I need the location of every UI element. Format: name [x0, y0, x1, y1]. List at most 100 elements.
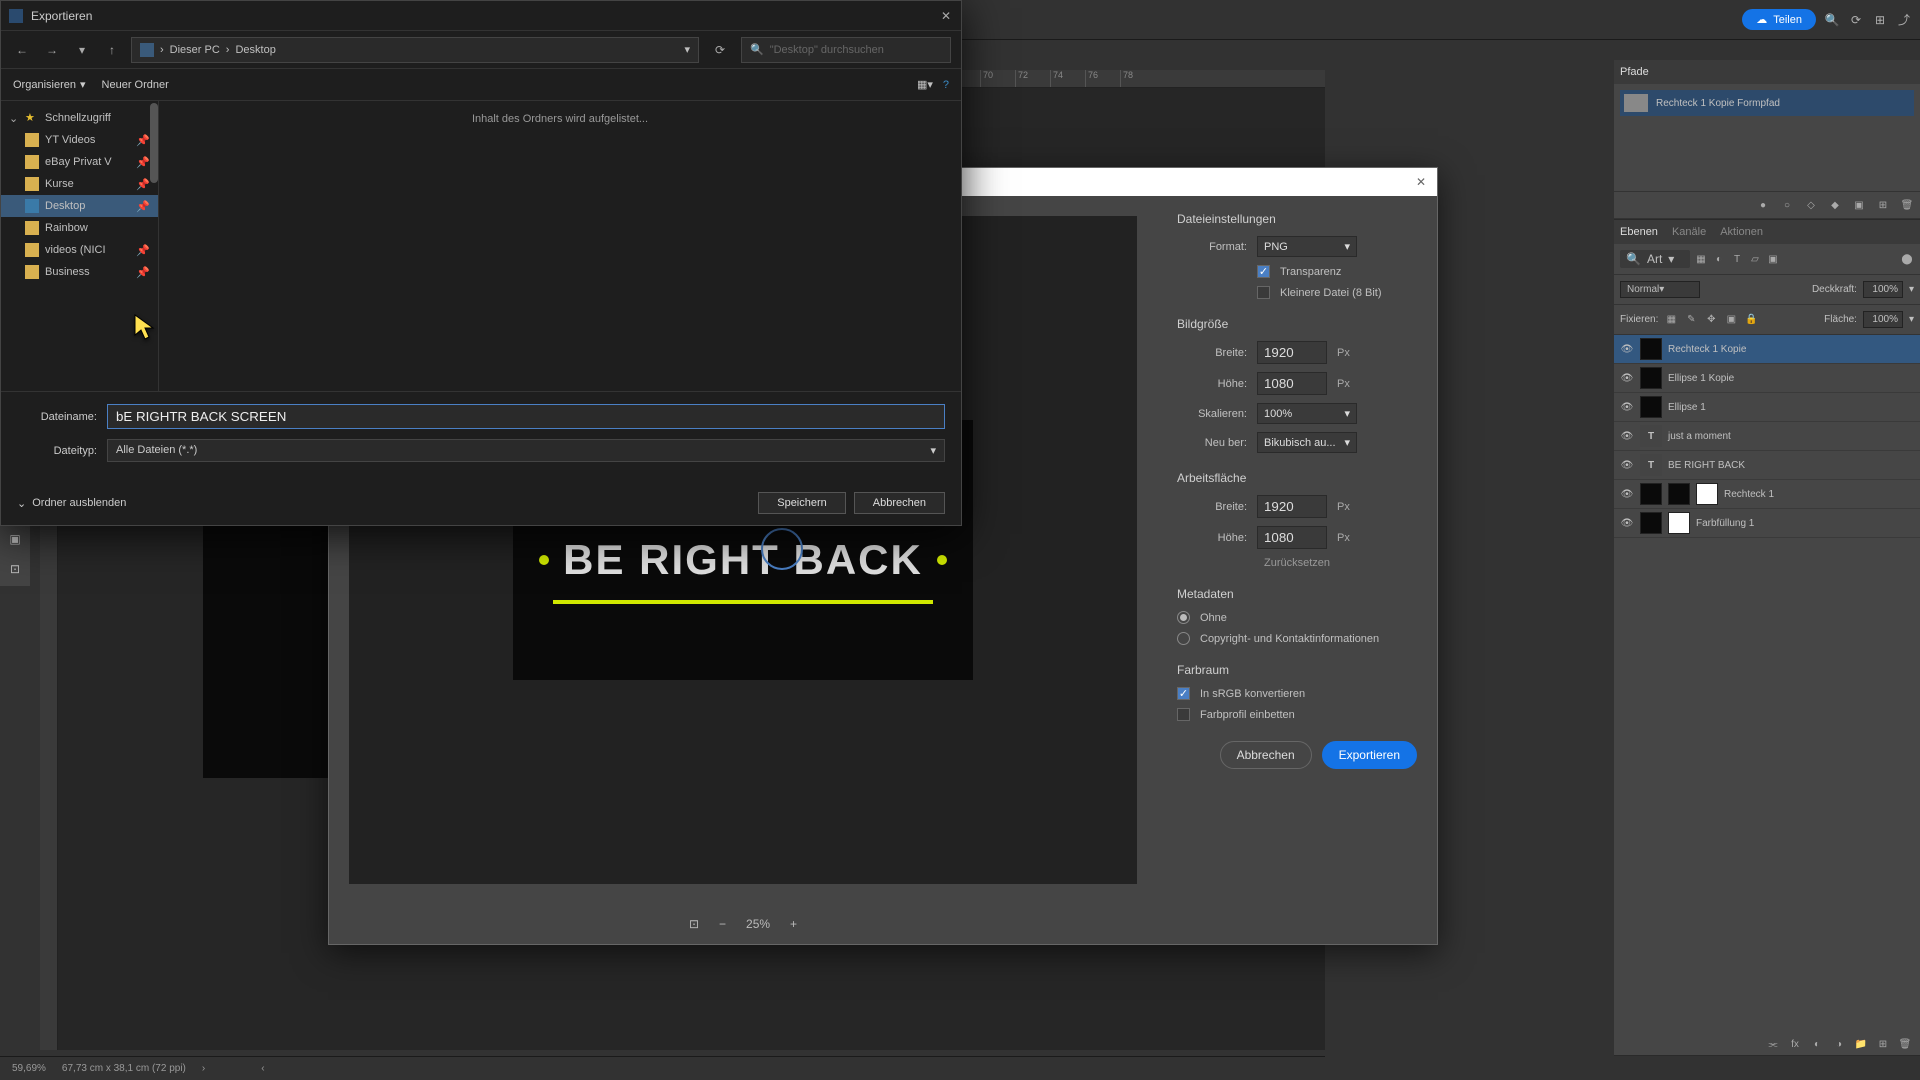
organize-button[interactable]: Organisieren▾: [13, 78, 86, 91]
tree-item[interactable]: ⌄★Schnellzugriff: [1, 107, 158, 129]
quick-mask-icon[interactable]: ▣: [2, 526, 28, 552]
layer-row[interactable]: 👁Ellipse 1 Kopie: [1614, 364, 1920, 393]
height-input[interactable]: [1257, 372, 1327, 395]
opacity-input[interactable]: 100%: [1863, 281, 1903, 298]
layer-row[interactable]: 👁Rechteck 1: [1614, 480, 1920, 509]
filter-toggle-icon[interactable]: ⬤: [1900, 252, 1914, 266]
refresh-icon[interactable]: ⟳: [707, 37, 733, 63]
tree-item[interactable]: Desktop📌: [1, 195, 158, 217]
pin-icon[interactable]: 📌: [136, 156, 146, 169]
fx-icon[interactable]: fx: [1788, 1037, 1802, 1051]
tab-paths[interactable]: Pfade: [1620, 62, 1649, 82]
share-out-icon[interactable]: ⤴: [1896, 12, 1912, 28]
meta-none-radio[interactable]: [1177, 611, 1190, 624]
visibility-icon[interactable]: 👁: [1620, 429, 1634, 443]
filter-image-icon[interactable]: ▦: [1694, 252, 1708, 266]
smaller-file-checkbox[interactable]: [1257, 286, 1270, 299]
tree-item[interactable]: eBay Privat V📌: [1, 151, 158, 173]
new-layer-icon[interactable]: ⊞: [1876, 1037, 1890, 1051]
crop-icon[interactable]: ⊡: [689, 917, 699, 931]
visibility-icon[interactable]: 👁: [1620, 487, 1634, 501]
mask-icon[interactable]: ◐: [1810, 1037, 1824, 1051]
new-folder-button[interactable]: Neuer Ordner: [102, 79, 169, 91]
filter-adjust-icon[interactable]: ◐: [1712, 252, 1726, 266]
group-icon[interactable]: 📁: [1854, 1037, 1868, 1051]
visibility-icon[interactable]: 👁: [1620, 400, 1634, 414]
tab-layers[interactable]: Ebenen: [1620, 222, 1658, 242]
hide-folders-toggle[interactable]: ⌄ Ordner ausblenden: [17, 497, 126, 510]
chevron-down-icon[interactable]: ▾: [684, 43, 690, 56]
layer-row[interactable]: 👁Rechteck 1 Kopie: [1614, 335, 1920, 364]
visibility-icon[interactable]: 👁: [1620, 342, 1634, 356]
add-path-icon[interactable]: ⊞: [1876, 198, 1890, 212]
share-button[interactable]: ☁ Teilen: [1742, 9, 1816, 30]
search-input[interactable]: 🔍 "Desktop" durchsuchen: [741, 37, 951, 63]
canvas-height-input[interactable]: [1257, 526, 1327, 549]
layer-row[interactable]: 👁Farbfüllung 1: [1614, 509, 1920, 538]
dialog-close-icon[interactable]: ✕: [939, 9, 953, 23]
layer-row[interactable]: 👁TBE RIGHT BACK: [1614, 451, 1920, 480]
layer-filter[interactable]: 🔍 Art ▾: [1620, 250, 1690, 268]
link-layers-icon[interactable]: ⫘: [1766, 1037, 1780, 1051]
delete-path-icon[interactable]: 🗑: [1900, 198, 1914, 212]
visibility-icon[interactable]: 👁: [1620, 371, 1634, 385]
visibility-icon[interactable]: 👁: [1620, 458, 1634, 472]
format-select[interactable]: PNG▾: [1257, 236, 1357, 257]
tab-actions[interactable]: Aktionen: [1720, 222, 1763, 242]
layer-row[interactable]: 👁Ellipse 1: [1614, 393, 1920, 422]
filter-smart-icon[interactable]: ▣: [1766, 252, 1780, 266]
tab-channels[interactable]: Kanäle: [1672, 222, 1706, 242]
reset-link[interactable]: Zurücksetzen: [1177, 557, 1417, 569]
zoom-level[interactable]: 59,69%: [12, 1063, 46, 1074]
pin-icon[interactable]: 📌: [136, 266, 146, 279]
layer-row[interactable]: 👁Tjust a moment: [1614, 422, 1920, 451]
srgb-checkbox[interactable]: ✓: [1177, 687, 1190, 700]
pin-icon[interactable]: 📌: [136, 200, 146, 213]
export-cancel-button[interactable]: Abbrechen: [1220, 741, 1312, 769]
tree-item[interactable]: videos (NICI📌: [1, 239, 158, 261]
save-button[interactable]: Speichern: [758, 492, 846, 514]
filetype-select[interactable]: Alle Dateien (*.*)▾: [107, 439, 945, 462]
blend-mode-select[interactable]: Normal▾: [1620, 281, 1700, 298]
filter-type-icon[interactable]: T: [1730, 252, 1744, 266]
chevron-down-icon[interactable]: ▾: [1909, 284, 1914, 295]
new-path-icon[interactable]: ▣: [1852, 198, 1866, 212]
fill-path-icon[interactable]: ●: [1756, 198, 1770, 212]
help-icon[interactable]: ?: [943, 79, 949, 91]
resample-select[interactable]: Bikubisch au...▾: [1257, 432, 1357, 453]
tree-item[interactable]: Rainbow: [1, 217, 158, 239]
embed-profile-checkbox[interactable]: [1177, 708, 1190, 721]
view-icon[interactable]: ▦▾: [917, 78, 933, 91]
lock-transparent-icon[interactable]: ▦: [1664, 313, 1678, 327]
lock-artboard-icon[interactable]: ▣: [1724, 313, 1738, 327]
file-list[interactable]: Inhalt des Ordners wird aufgelistet...: [159, 101, 961, 391]
filename-input[interactable]: [107, 404, 945, 429]
expand-icon[interactable]: ⌄: [9, 112, 19, 125]
forward-icon[interactable]: →: [41, 39, 63, 61]
lock-move-icon[interactable]: ✥: [1704, 313, 1718, 327]
transparency-checkbox[interactable]: ✓: [1257, 265, 1270, 278]
zoom-out-icon[interactable]: −: [719, 917, 726, 931]
scale-select[interactable]: 100%▾: [1257, 403, 1357, 424]
meta-copyright-radio[interactable]: [1177, 632, 1190, 645]
chevron-right-icon[interactable]: ›: [202, 1063, 205, 1074]
path-item[interactable]: Rechteck 1 Kopie Formpfad: [1620, 90, 1914, 116]
filter-shape-icon[interactable]: ▱: [1748, 252, 1762, 266]
chevron-left-icon[interactable]: ‹: [261, 1063, 264, 1074]
canvas-width-input[interactable]: [1257, 495, 1327, 518]
zoom-in-icon[interactable]: +: [790, 917, 797, 931]
search-icon[interactable]: 🔍: [1824, 12, 1840, 28]
zoom-value[interactable]: 25%: [746, 917, 770, 931]
pin-icon[interactable]: 📌: [136, 244, 146, 257]
history-icon[interactable]: ⟳: [1848, 12, 1864, 28]
export-close-icon[interactable]: ✕: [1413, 174, 1429, 190]
export-confirm-button[interactable]: Exportieren: [1322, 741, 1417, 769]
tree-item[interactable]: Business📌: [1, 261, 158, 283]
delete-layer-icon[interactable]: 🗑: [1898, 1037, 1912, 1051]
folder-tree[interactable]: ⌄★SchnellzugriffYT Videos📌eBay Privat V📌…: [1, 101, 159, 391]
pin-icon[interactable]: 📌: [136, 178, 146, 191]
lock-brush-icon[interactable]: ✎: [1684, 313, 1698, 327]
cancel-button[interactable]: Abbrechen: [854, 492, 945, 514]
arrange-icon[interactable]: ⊞: [1872, 12, 1888, 28]
tree-item[interactable]: YT Videos📌: [1, 129, 158, 151]
